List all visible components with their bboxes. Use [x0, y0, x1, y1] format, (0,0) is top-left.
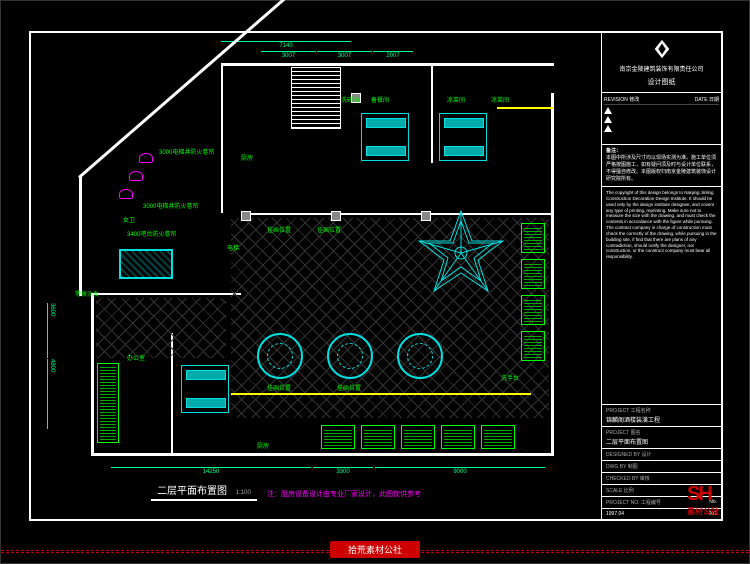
- project-label: PROJECT 工程名称: [606, 407, 717, 414]
- project-value: 锦麟阁酒楼装潢工程: [606, 415, 717, 424]
- booth: [439, 113, 487, 161]
- rev-header-right: DATE 日期: [695, 96, 719, 103]
- partition: [221, 63, 223, 213]
- round-table: [257, 333, 303, 379]
- label: 厨房: [241, 153, 253, 162]
- watermark-cn: 素材公社: [687, 506, 719, 517]
- round-table: [397, 333, 443, 379]
- side-unit: [97, 363, 119, 443]
- title-block: 南京金陵建筑装饰有限责任公司 设计图纸 REVISION 修改 DATE 日期 …: [601, 33, 721, 519]
- wall: [91, 293, 94, 453]
- kitchen-unit: [361, 425, 395, 449]
- notes-block: 备注： 本图中所涉及尺寸均以现场实测为准。施工单位须严格按图施工，如有疑问须及时…: [602, 145, 721, 187]
- label: 凉菜间: [447, 95, 465, 104]
- wall: [551, 93, 554, 456]
- label: 3000电梯井防火卷帘: [143, 201, 198, 210]
- floor-hatch-left: [96, 298, 226, 358]
- company-logo-block: 南京金陵建筑装饰有限责任公司 设计图纸: [602, 33, 721, 93]
- wc-fixture: [129, 171, 143, 181]
- label: 办公室: [127, 353, 145, 362]
- cad-canvas: 南京金陵建筑装饰有限责任公司 设计图纸 REVISION 修改 DATE 日期 …: [0, 0, 750, 564]
- label: 女卫: [123, 215, 135, 224]
- drawing-frame: 南京金陵建筑装饰有限责任公司 设计图纸 REVISION 修改 DATE 日期 …: [29, 31, 723, 521]
- drawing-title: 二层平面布置图 1:100: [151, 480, 257, 501]
- dim-top-3: 3007: [317, 51, 372, 59]
- kitchen-unit: [401, 425, 435, 449]
- field-project: PROJECT 工程名称 锦麟阁酒楼装潢工程: [602, 405, 721, 427]
- company-logo-icon: [651, 38, 673, 60]
- kitchen-unit: [321, 425, 355, 449]
- partition: [91, 293, 241, 295]
- label: 洗碗间: [341, 95, 359, 104]
- dim-bot-3: 9000: [375, 467, 545, 475]
- field-drawn: DWG BY 制图: [602, 461, 721, 473]
- footer-badge: 拾荒素材公社: [330, 541, 420, 558]
- wall: [91, 453, 551, 456]
- dim-bot-2: 3300: [313, 467, 373, 475]
- label: 洗手台: [501, 373, 519, 382]
- label: 电梯: [227, 243, 239, 252]
- side-unit: [521, 223, 545, 253]
- field-drawing: PROJECT 图名 二层平面布置图: [602, 427, 721, 449]
- label: 3400吧台防火卷帘: [127, 229, 176, 238]
- drawing-label: PROJECT 图名: [606, 429, 717, 436]
- partition: [431, 63, 433, 163]
- yellow-line: [231, 393, 531, 395]
- revision-block: REVISION 修改 DATE 日期: [602, 93, 721, 145]
- drawing-value: 二层平面布置图: [606, 437, 717, 446]
- label: 等候沙发: [75, 289, 99, 298]
- kitchen-note: 注：厨房设备设计由专业厂家设计，此图仅供参考: [267, 489, 421, 499]
- label: 3000电梯井防火卷帘: [159, 147, 214, 156]
- yellow-line: [497, 107, 553, 109]
- side-unit: [521, 259, 545, 289]
- dim-top-4: 2007: [373, 51, 413, 59]
- booth: [361, 113, 409, 161]
- sheet-label: 设计图纸: [648, 77, 676, 87]
- label: 挂画位置: [267, 383, 291, 392]
- side-unit: [521, 295, 545, 325]
- label: 挂画位置: [317, 225, 341, 234]
- drawing-scale: 1:100: [236, 490, 251, 496]
- drawing-title-text: 二层平面布置图: [157, 486, 227, 497]
- rev-header-left: REVISION 修改: [604, 96, 639, 103]
- rev-marker-icon: [604, 107, 612, 114]
- dim-top-2: 3007: [261, 51, 316, 59]
- dim-left-1: 3600: [47, 303, 55, 358]
- side-unit: [521, 331, 545, 361]
- bar-counter: [119, 249, 173, 279]
- dim-left-2: 4800: [47, 359, 55, 429]
- wc-fixture: [119, 189, 133, 199]
- booth: [181, 365, 229, 413]
- english-notes: The copyright of this design belongs to …: [602, 187, 721, 405]
- label: 备餐间: [371, 95, 389, 104]
- date-value: 1997.04: [606, 511, 624, 517]
- stairs: [291, 67, 341, 129]
- label: 挂画位置: [267, 225, 291, 234]
- round-table: [327, 333, 373, 379]
- kitchen-unit: [481, 425, 515, 449]
- watermark-en: SH: [687, 483, 711, 505]
- wc-fixture: [139, 153, 153, 163]
- rev-marker-icon: [604, 116, 612, 123]
- watermark: SH 素材公社: [687, 483, 719, 517]
- label: 挂画位置: [337, 383, 361, 392]
- field-designed: DESIGNED BY 设计: [602, 449, 721, 461]
- column: [241, 211, 251, 221]
- dim-bot-1: 14250: [111, 467, 311, 475]
- notes-body: 本图中所涉及尺寸均以现场实测为准。施工单位须严格按图施工，如有疑问须及时与设计单…: [606, 155, 717, 183]
- company-name: 南京金陵建筑装饰有限责任公司: [617, 64, 705, 73]
- wall: [221, 63, 554, 66]
- drawing-area[interactable]: 7140 3007 3007 2007 3600 4800 14250 3300…: [31, 33, 601, 519]
- kitchen-unit: [441, 425, 475, 449]
- label: 厨房: [257, 441, 269, 450]
- rev-marker-icon: [604, 125, 612, 132]
- notes-title: 备注：: [606, 148, 717, 155]
- dim-top-1: 7140: [221, 41, 351, 49]
- column: [421, 211, 431, 221]
- column: [331, 211, 341, 221]
- label: 凉菜间: [491, 95, 509, 104]
- wall: [79, 176, 82, 296]
